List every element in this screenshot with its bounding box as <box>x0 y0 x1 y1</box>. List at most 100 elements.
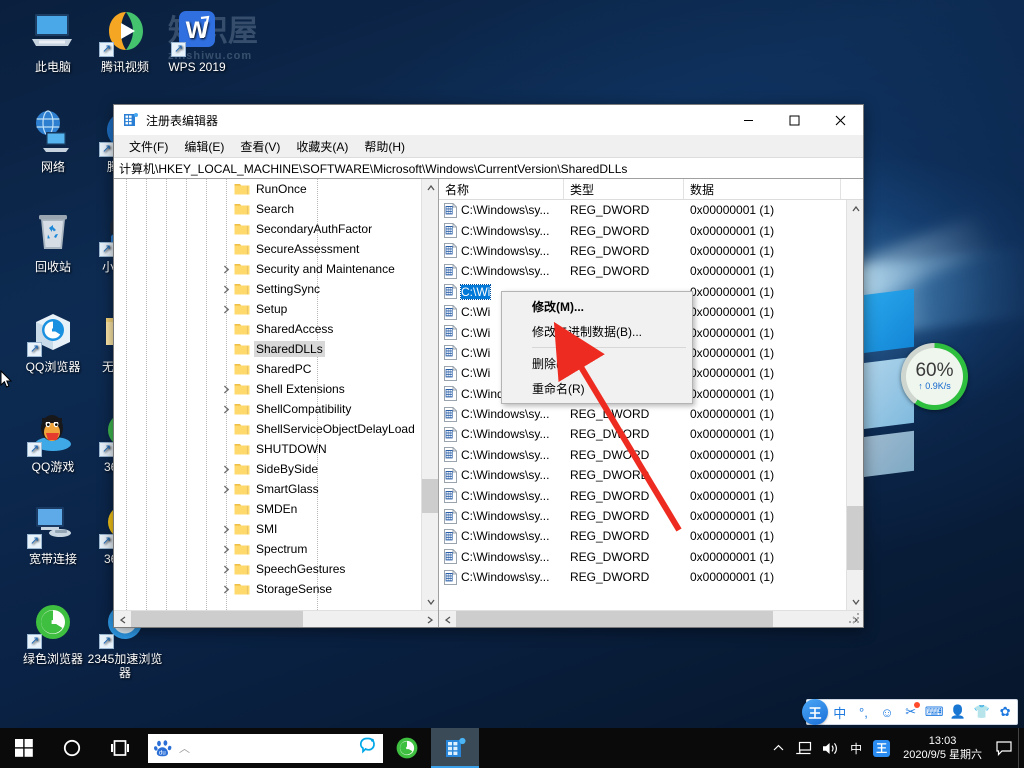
chevron-right-icon[interactable] <box>218 481 234 497</box>
tree-node[interactable]: Spectrum <box>114 539 438 559</box>
value-name-cell[interactable]: C:\Windows\sy... <box>439 407 564 422</box>
list-vertical-scrollbar[interactable] <box>846 200 863 610</box>
chevron-right-icon[interactable] <box>218 261 234 277</box>
table-row[interactable]: C:\Windows\sy...REG_DWORD0x00000001 (1) <box>439 200 863 220</box>
value-name-cell[interactable]: C:\Windows\sy... <box>439 549 564 564</box>
tree-scroll-up-button[interactable] <box>422 179 438 196</box>
baidu-search-box[interactable]: du ︿ <box>148 734 383 763</box>
tree-node[interactable]: SharedDLLs <box>114 339 438 359</box>
value-name-cell[interactable]: C:\Windows\sy... <box>439 264 564 279</box>
table-row[interactable]: C:\Windows\sy...REG_DWORD0x00000001 (1) <box>439 424 863 444</box>
value-name-cell[interactable]: C:\Windows\sy... <box>439 570 564 585</box>
tree-node[interactable]: SharedAccess <box>114 319 438 339</box>
ime-user-icon[interactable]: 👤 <box>946 700 970 724</box>
table-row[interactable]: C:\Windows\sy...REG_DWORD0x00000001 (1) <box>439 261 863 281</box>
value-name-cell[interactable]: C:\Windows\sy... <box>439 203 564 218</box>
ime-skin-icon[interactable]: 👕 <box>970 700 994 724</box>
registry-tree-pane[interactable]: RunOnceSearchSecondaryAuthFactorSecureAs… <box>114 179 439 627</box>
tree-node[interactable]: SettingSync <box>114 279 438 299</box>
sogou-ime-toolbar[interactable]: 王 中°,☺✂⌨👤👕✿ <box>806 699 1018 725</box>
tree-node[interactable]: SideBySide <box>114 459 438 479</box>
network-speed-widget[interactable]: 60% ↑ 0.9K/s <box>901 343 968 410</box>
chevron-right-icon[interactable] <box>218 521 234 537</box>
desktop-icon-green-browser[interactable]: ↗绿色浏览器 <box>12 600 94 666</box>
ime-settings-icon[interactable]: ✿ <box>993 700 1017 724</box>
system-tray[interactable]: 中 王 13:03 2020/9/5 星期六 <box>766 728 1024 768</box>
list-scroll-down-button[interactable] <box>847 593 863 610</box>
list-horizontal-scrollbar[interactable] <box>439 610 863 627</box>
search-expand-chevron-icon[interactable]: ︿ <box>179 740 359 756</box>
chevron-right-icon[interactable] <box>218 401 234 417</box>
table-row[interactable]: C:\Windows\sy...REG_DWORD0x00000001 (1) <box>439 485 863 505</box>
desktop-icon-network[interactable]: 网络 <box>12 108 94 174</box>
start-button[interactable] <box>0 728 48 768</box>
tree-node[interactable]: Setup <box>114 299 438 319</box>
tree-node[interactable]: Security and Maintenance <box>114 259 438 279</box>
desktop[interactable]: 知识屋 zhishiwu.com 此电脑↗腾讯视频W↗WPS 2019网络↗腾讯… <box>0 0 1024 768</box>
tree-node[interactable]: SHUTDOWN <box>114 439 438 459</box>
column-name[interactable]: 名称 <box>439 179 564 199</box>
minimize-button[interactable] <box>725 106 771 135</box>
ctx-modify-binary[interactable]: 修改二进制数据(B)... <box>502 319 692 344</box>
desktop-icon-qq-browser[interactable]: ↗QQ浏览器 <box>12 308 94 374</box>
tree-node[interactable]: ShellCompatibility <box>114 399 438 419</box>
tree-scrollbar-thumb[interactable] <box>422 479 438 513</box>
value-name-cell[interactable]: C:\Windows\sy... <box>439 243 564 258</box>
desktop-icon-tencent-video[interactable]: ↗腾讯视频 <box>84 8 166 74</box>
value-name-cell[interactable]: C:\Windows\sy... <box>439 447 564 462</box>
menu-favorites[interactable]: 收藏夹(A) <box>288 136 356 157</box>
sogou-logo-icon[interactable]: 王 <box>802 699 828 725</box>
list-body[interactable]: C:\Windows\sy...REG_DWORD0x00000001 (1)C… <box>439 200 863 610</box>
ime-punctuation-icon[interactable]: °, <box>852 700 876 724</box>
value-name-cell[interactable]: C:\Windows\sy... <box>439 509 564 524</box>
tray-ime-mode-icon[interactable]: 中 <box>844 728 868 768</box>
value-name-cell[interactable]: C:\Windows\sy... <box>439 529 564 544</box>
ime-emoji-icon[interactable]: ☺ <box>875 700 899 724</box>
value-name-cell[interactable]: C:\Windows\sy... <box>439 468 564 483</box>
table-row[interactable]: C:\Windows\sy...REG_DWORD0x00000001 (1) <box>439 445 863 465</box>
table-row[interactable]: C:\Windows\sy...REG_DWORD0x00000001 (1) <box>439 567 863 587</box>
desktop-icon-qq-game[interactable]: ↗QQ游戏 <box>12 408 94 474</box>
registry-tree-list[interactable]: RunOnceSearchSecondaryAuthFactorSecureAs… <box>114 179 438 599</box>
tree-node[interactable]: StorageSense <box>114 579 438 599</box>
ime-mode-chinese-icon[interactable]: 中 <box>828 700 852 724</box>
taskbar[interactable]: du ︿ <box>0 728 1024 768</box>
desktop-icon-computer[interactable]: 此电脑 <box>12 8 94 74</box>
list-scrollbar-thumb[interactable] <box>847 506 863 570</box>
chevron-right-icon[interactable] <box>218 281 234 297</box>
table-row[interactable]: C:\Windows\sy...REG_DWORD0x00000001 (1) <box>439 404 863 424</box>
list-column-header[interactable]: 名称类型数据 <box>439 179 863 200</box>
value-name-cell[interactable]: C:\Windows\sy... <box>439 488 564 503</box>
tree-scroll-left-button[interactable] <box>114 611 131 627</box>
tree-scroll-down-button[interactable] <box>422 593 438 610</box>
cortana-button[interactable] <box>48 728 96 768</box>
registry-editor-window[interactable]: 注册表编辑器 文件(F)编辑(E)查看(V)收藏夹(A)帮助(H) 计算机\HK… <box>113 104 864 628</box>
chevron-right-icon[interactable] <box>218 381 234 397</box>
tree-node[interactable]: SharedPC <box>114 359 438 379</box>
menu-bar[interactable]: 文件(F)编辑(E)查看(V)收藏夹(A)帮助(H) <box>114 135 863 157</box>
value-name-cell[interactable]: C:\Windows\sy... <box>439 427 564 442</box>
value-context-menu[interactable]: 修改(M)...修改二进制数据(B)...删除(D)重命名(R) <box>501 291 693 404</box>
tree-node[interactable]: SmartGlass <box>114 479 438 499</box>
tree-node[interactable]: SMDEn <box>114 499 438 519</box>
maximize-button[interactable] <box>771 106 817 135</box>
desktop-icon-broadband[interactable]: ↗宽带连接 <box>12 500 94 566</box>
action-center-button[interactable] <box>990 728 1018 768</box>
baidu-search-icon[interactable] <box>359 737 377 759</box>
menu-view[interactable]: 查看(V) <box>232 136 288 157</box>
taskbar-green-browser[interactable] <box>383 728 431 768</box>
tree-node[interactable]: SMI <box>114 519 438 539</box>
tree-scroll-right-button[interactable] <box>421 611 438 627</box>
tree-node[interactable]: Search <box>114 199 438 219</box>
chevron-right-icon[interactable] <box>218 581 234 597</box>
list-scroll-left-button[interactable] <box>439 611 456 627</box>
table-row[interactable]: C:\Windows\sy...REG_DWORD0x00000001 (1) <box>439 526 863 546</box>
tree-node[interactable]: SecondaryAuthFactor <box>114 219 438 239</box>
list-hscrollbar-thumb[interactable] <box>456 611 773 627</box>
tray-sogou-icon[interactable]: 王 <box>868 728 895 768</box>
table-row[interactable]: C:\Windows\sy...REG_DWORD0x00000001 (1) <box>439 506 863 526</box>
task-view-button[interactable] <box>96 728 144 768</box>
tree-node[interactable]: Shell Extensions <box>114 379 438 399</box>
tray-network-icon[interactable] <box>790 728 817 768</box>
table-row[interactable]: C:\Windows\sy...REG_DWORD0x00000001 (1) <box>439 220 863 240</box>
